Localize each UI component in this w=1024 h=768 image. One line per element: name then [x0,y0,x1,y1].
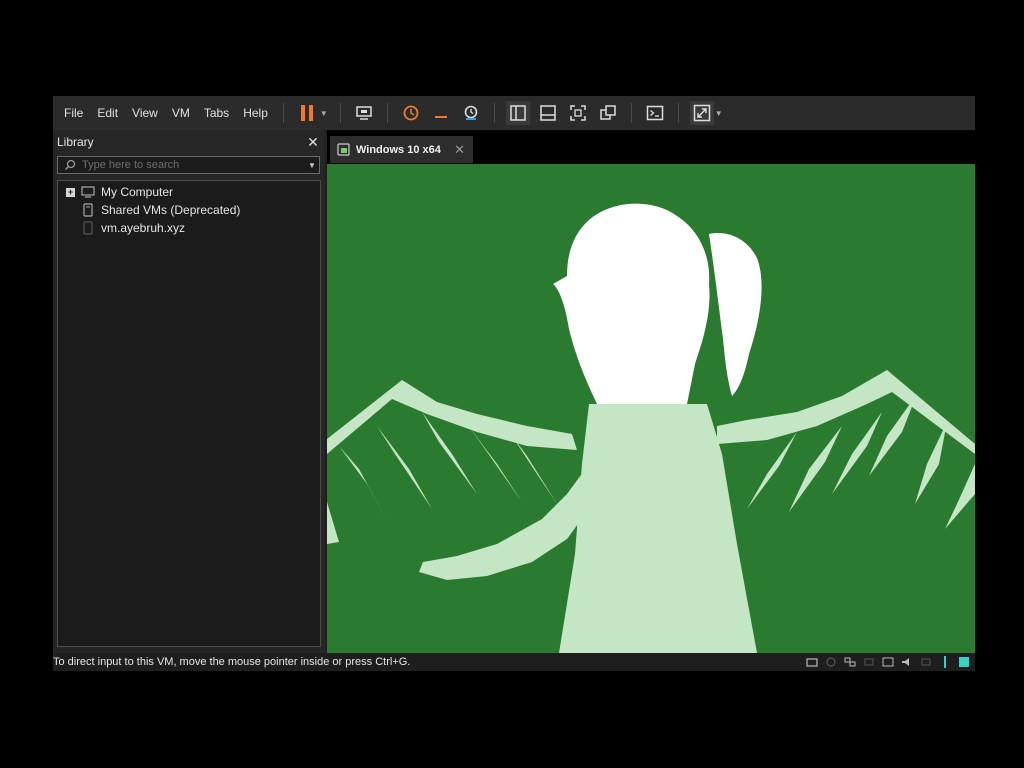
pause-dropdown-icon[interactable]: ▼ [320,109,328,118]
tab-windows-10[interactable]: Windows 10 x64 ✕ [330,136,473,163]
pause-icon [300,105,313,121]
status-message: To direct input to this VM, move the mou… [53,656,411,668]
thumbnail-view-icon [540,105,556,121]
toolbar-divider [339,103,341,123]
shared-vms-icon [81,203,95,217]
unity-button[interactable] [596,101,620,125]
menu-vm[interactable]: VM [165,96,197,130]
send-ctrl-alt-del-icon [356,106,372,120]
snapshot-button[interactable] [399,101,423,125]
unity-icon [600,105,616,120]
library-search: ▼ [57,156,320,174]
stretch-guest-icon [693,104,711,122]
menu-edit[interactable]: Edit [90,96,125,130]
tree-item-label: My Computer [101,185,174,199]
display-icon[interactable] [919,656,933,668]
full-screen-icon [570,105,586,121]
library-view-button[interactable] [505,101,530,125]
vmware-window: File Edit View VM Tabs Help ▼ ▼ Library … [53,96,975,671]
usb-icon[interactable] [862,656,876,668]
console-view-icon [646,105,664,121]
toolbar-divider [386,103,388,123]
menu-view[interactable]: View [125,96,165,130]
library-header: Library ✕ [53,130,325,154]
device-icons [805,656,971,668]
hard-disk-icon[interactable] [805,656,819,668]
search-icon [62,159,78,171]
tree-item-remote-host[interactable]: vm.ayebruh.xyz [58,219,320,237]
revert-snapshot-button[interactable] [429,101,453,125]
guest-wallpaper [327,164,975,653]
sound-icon[interactable] [881,656,895,668]
menu-tabs[interactable]: Tabs [197,96,236,130]
full-screen-button[interactable] [566,101,590,125]
toolbar: File Edit View VM Tabs Help ▼ ▼ [53,96,975,130]
search-input[interactable] [78,157,305,173]
snapshot-manager-icon [464,105,478,120]
snapshot-manager-button[interactable] [459,101,483,125]
toolbar-divider [282,103,284,123]
close-icon[interactable]: ✕ [454,142,465,158]
tree-item-shared-vms[interactable]: Shared VMs (Deprecated) [58,201,320,219]
toolbar-divider [493,103,495,123]
printer-icon[interactable] [900,656,914,668]
stretch-dropdown-icon[interactable]: ▼ [715,109,723,118]
computer-icon [81,185,95,199]
vm-display[interactable] [327,164,975,653]
tree-item-label: Shared VMs (Deprecated) [101,203,241,217]
menu-help[interactable]: Help [236,96,275,130]
vm-tab-icon [337,143,350,156]
tab-label: Windows 10 x64 [356,143,441,156]
revert-snapshot-icon [434,116,447,118]
pause-button[interactable] [295,101,319,125]
tab-bar: Windows 10 x64 ✕ [327,130,975,164]
close-icon[interactable]: ✕ [306,134,320,151]
library-title: Library [57,135,94,149]
library-panel: Library ✕ ▼ + [53,130,325,653]
status-bar: To direct input to this VM, move the mou… [53,653,975,671]
library-view-icon [510,105,526,121]
toolbar-divider [630,103,632,123]
tree-item-my-computer[interactable]: + My Computer [58,183,320,201]
vm-status-icon[interactable] [957,656,971,668]
expand-icon[interactable]: + [66,187,75,197]
library-tree: + My Computer Shared VMs (Deprecated) vm… [57,180,321,647]
console-view-button[interactable] [643,101,667,125]
toolbar-divider [677,103,679,123]
tree-item-label: vm.ayebruh.xyz [101,221,186,235]
remote-host-icon [81,221,95,235]
snapshot-icon [403,105,419,121]
stretch-guest-button[interactable] [689,101,714,125]
chevron-down-icon[interactable]: ▼ [305,161,319,170]
menu-file[interactable]: File [57,96,90,130]
cd-dvd-icon[interactable] [824,656,838,668]
message-icon[interactable] [938,656,952,668]
send-ctrl-alt-del-button[interactable] [352,101,376,125]
thumbnail-view-button[interactable] [536,101,560,125]
network-icon[interactable] [843,656,857,668]
